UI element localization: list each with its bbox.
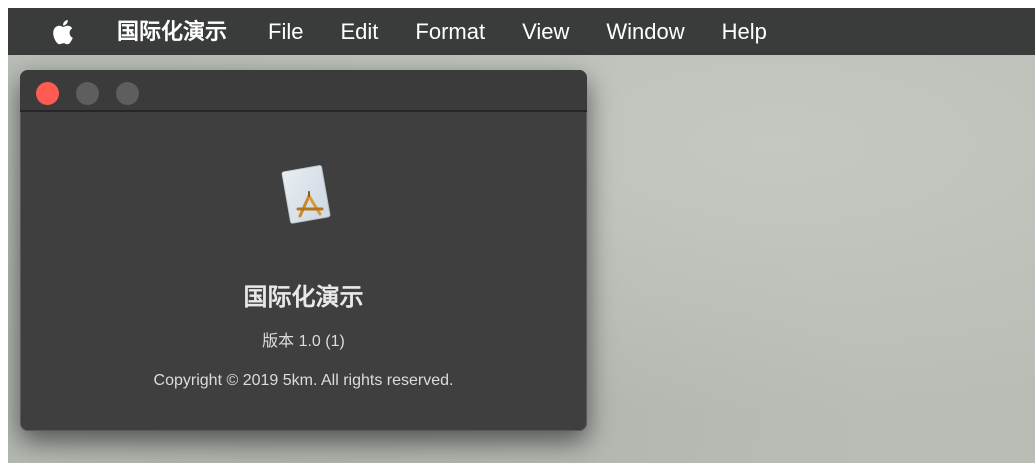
- menu-help[interactable]: Help: [722, 8, 767, 55]
- apple-icon[interactable]: [49, 17, 75, 47]
- menu-format[interactable]: Format: [415, 8, 485, 55]
- about-version: 版本 1.0 (1): [262, 333, 345, 350]
- desktop: 国际化演示 File Edit Format View Window Help: [8, 8, 1035, 463]
- menu-app-name[interactable]: 国际化演示: [117, 8, 227, 55]
- menu-view[interactable]: View: [522, 8, 569, 55]
- zoom-button[interactable]: [116, 82, 139, 105]
- app-icon: [278, 162, 338, 226]
- about-app-name: 国际化演示: [243, 284, 364, 311]
- about-window: 国际化演示 版本 1.0 (1) Copyright © 2019 5km. A…: [20, 70, 587, 431]
- about-copyright: Copyright © 2019 5km. All rights reserve…: [153, 372, 454, 389]
- window-titlebar[interactable]: [20, 70, 587, 112]
- menu-edit[interactable]: Edit: [340, 8, 378, 55]
- close-button[interactable]: [36, 82, 59, 105]
- minimize-button[interactable]: [76, 82, 99, 105]
- menu-file[interactable]: File: [268, 8, 303, 55]
- menu-window[interactable]: Window: [606, 8, 684, 55]
- menu-bar: 国际化演示 File Edit Format View Window Help: [8, 8, 1035, 55]
